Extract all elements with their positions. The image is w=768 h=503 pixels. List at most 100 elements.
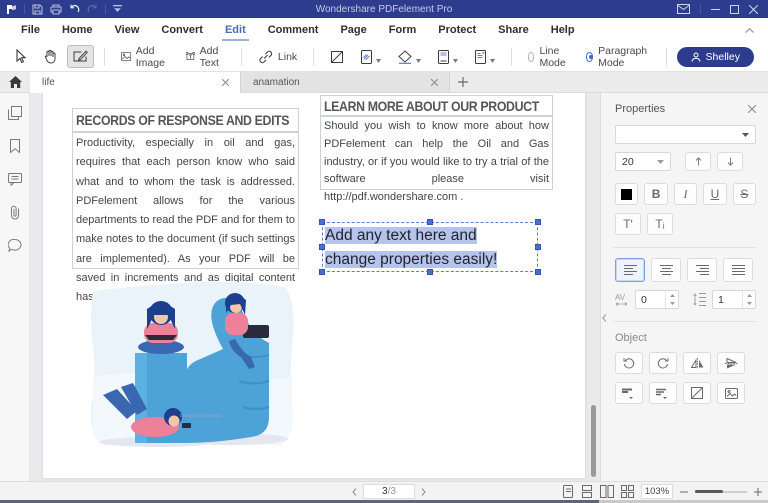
align-left-button[interactable] [615,258,645,282]
menu-view[interactable]: View [104,20,151,40]
collapse-ribbon-icon[interactable] [745,27,754,33]
background-button[interactable] [391,46,427,68]
resize-handle-e[interactable] [535,244,541,250]
menu-form[interactable]: Form [378,20,428,40]
superscript-button[interactable]: Tʹ [615,213,641,235]
annotations-icon[interactable] [7,171,23,187]
zoom-out-icon[interactable] [680,491,688,493]
font-size-select[interactable]: 20 [615,152,671,171]
menu-protect[interactable]: Protect [427,20,487,40]
left-heading-block[interactable]: RECORDS OF RESPONSE AND EDITS [72,108,299,132]
font-family-select[interactable] [615,125,756,144]
print-icon[interactable] [50,4,62,15]
resize-handle-n[interactable] [427,219,433,225]
italic-button[interactable]: I [673,183,698,205]
account-button[interactable]: Shelley [676,46,754,67]
close-button[interactable] [749,4,758,14]
add-text-button[interactable]: Add Text [180,41,231,73]
maximize-button[interactable] [730,4,739,14]
page-thumbnails-icon[interactable] [7,105,23,121]
feedback-mail-icon[interactable] [677,4,690,14]
resize-handle-se[interactable] [535,269,541,275]
customize-toolbar-icon[interactable] [113,5,122,13]
attachments-icon[interactable] [7,204,23,220]
chat-bubble-icon[interactable] [7,237,23,253]
next-page-icon[interactable] [421,487,426,496]
char-spacing-spinner[interactable] [665,291,678,308]
right-body-block[interactable]: Should you wish to know more about how P… [320,116,553,203]
page-number-input[interactable]: 3 /3 [363,484,415,499]
menu-edit[interactable]: Edit [214,20,257,41]
right-heading-block[interactable]: LEARN MORE ABOUT OUR PRODUCT [320,95,553,116]
left-body-block[interactable]: Productivity, especially in oil and gas,… [72,132,299,303]
redo-icon[interactable] [87,4,98,14]
zoom-slider-thumb[interactable] [695,490,723,493]
align-right-button[interactable] [687,258,717,282]
char-spacing-input[interactable]: 0 [635,290,679,309]
increase-font-size-button[interactable] [685,152,711,171]
flip-horizontal-button[interactable] [683,352,711,374]
line-spacing-spinner[interactable] [742,291,755,308]
line-spacing-input[interactable]: 1 [712,290,756,309]
tab-anamation[interactable]: anamation [240,72,450,92]
distribute-objects-button[interactable] [649,382,677,404]
bold-button[interactable]: B [644,183,668,205]
tab-life[interactable]: life [30,72,240,93]
flip-vertical-button[interactable] [717,352,745,374]
grid-view-icon[interactable] [621,485,634,498]
resize-handle-ne[interactable] [535,219,541,225]
select-tool-button[interactable] [8,45,33,68]
save-icon[interactable] [32,4,43,15]
single-page-view-icon[interactable] [562,485,574,498]
resize-handle-s[interactable] [427,269,433,275]
minimize-button[interactable] [711,5,720,14]
zoom-slider[interactable] [695,490,747,493]
home-tab-icon[interactable] [0,72,30,92]
zoom-in-icon[interactable] [754,487,762,496]
thumbs-up-illustration[interactable]: ​ Designed by Freepik [85,277,298,458]
zoom-level-input[interactable]: 103% [641,484,673,499]
menu-page[interactable]: Page [329,20,377,40]
menu-help[interactable]: Help [540,20,586,40]
align-objects-button[interactable] [615,382,643,404]
watermark-button[interactable] [354,46,387,68]
previous-page-icon[interactable] [352,487,357,496]
bates-numbering-button[interactable] [468,46,501,68]
header-footer-button[interactable] [431,46,464,68]
new-tab-button[interactable] [450,72,476,92]
properties-close-icon[interactable] [748,105,756,113]
tab-life-close-icon[interactable] [218,75,232,89]
document-viewport[interactable]: RECORDS OF RESPONSE AND EDITS Productivi… [30,93,600,481]
resize-handle-w[interactable] [319,244,325,250]
resize-handle-nw[interactable] [319,219,325,225]
line-mode-radio[interactable]: Line Mode [522,45,576,69]
rotate-right-button[interactable] [649,352,677,374]
continuous-view-icon[interactable] [581,485,593,498]
strikethrough-button[interactable]: S [732,183,757,205]
bookmarks-icon[interactable] [7,138,23,154]
crop-object-button[interactable] [683,382,711,404]
decrease-font-size-button[interactable] [717,152,743,171]
undo-icon[interactable] [69,4,80,14]
vertical-scrollbar[interactable] [591,405,596,477]
tab-anamation-close-icon[interactable] [427,75,441,89]
crop-button[interactable] [324,46,350,68]
align-center-button[interactable] [651,258,681,282]
hand-tool-button[interactable] [37,45,63,68]
pdf-page[interactable]: RECORDS OF RESPONSE AND EDITS Productivi… [43,93,585,478]
underline-button[interactable]: U [703,183,727,205]
subscript-button[interactable]: Tᵢ [647,213,673,235]
replace-image-button[interactable] [717,382,745,404]
font-color-button[interactable] [615,183,639,205]
menu-comment[interactable]: Comment [257,20,330,40]
selected-text-box[interactable]: Add any text here and change properties … [319,219,541,275]
facing-pages-view-icon[interactable] [600,485,614,498]
panel-collapse-icon[interactable] [600,305,609,331]
resize-handle-sw[interactable] [319,269,325,275]
menu-convert[interactable]: Convert [150,20,214,40]
link-button[interactable]: Link [252,46,303,68]
menu-file[interactable]: File [10,20,51,40]
paragraph-mode-radio[interactable]: Paragraph Mode [580,45,656,69]
add-image-button[interactable]: Add Image [115,41,176,73]
menu-share[interactable]: Share [487,20,540,40]
